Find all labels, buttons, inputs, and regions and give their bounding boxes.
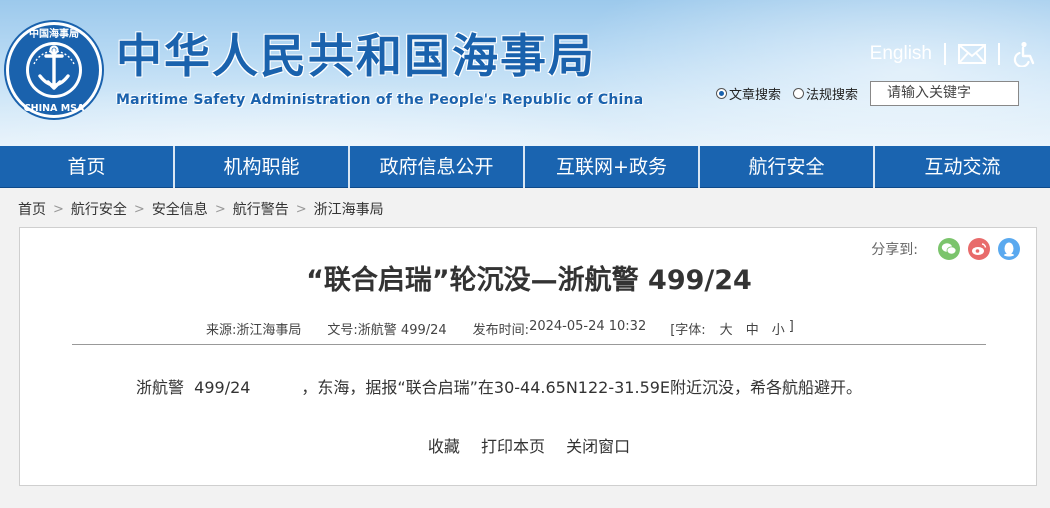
weibo-icon[interactable]	[968, 238, 990, 260]
article-meta: 来源: 浙江海事局 文号: 浙航警 499/24 发布时间: 2024-05-2…	[206, 319, 794, 338]
nav-item-internet-gov[interactable]: 互联网+政务	[525, 146, 700, 188]
meta-date: 2024-05-24 10:32	[529, 319, 647, 334]
search-input[interactable]	[870, 80, 1020, 106]
search-option-regulations[interactable]: 法规搜索	[793, 84, 858, 103]
search-row: 文章搜索 法规搜索	[716, 80, 1020, 106]
nav-item-home[interactable]: 首页	[0, 146, 175, 188]
nav-item-navigation-safety[interactable]: 航行安全	[700, 146, 875, 188]
english-link[interactable]: English	[870, 43, 932, 65]
meta-number-label: 文号:	[327, 323, 358, 338]
main-nav: 首页 机构职能 政府信息公开 互联网+政务 航行安全 互动交流	[0, 146, 1050, 188]
font-size-large[interactable]: 大	[720, 319, 733, 338]
close-window-button[interactable]: 关闭窗口	[566, 437, 630, 456]
share-label: 分享到:	[871, 242, 918, 258]
radio-icon	[793, 87, 805, 99]
mail-icon[interactable]	[958, 44, 986, 64]
site-subtitle: Maritime Safety Administration of the Pe…	[116, 92, 644, 108]
msa-logo[interactable]: 中国海事局 CHINA MSA	[4, 20, 104, 120]
font-size-label: [字体:	[670, 323, 706, 338]
font-size-small[interactable]: 小	[772, 319, 785, 338]
site-title: 中华人民共和国海事局	[116, 29, 596, 83]
share-bar: 分享到:	[871, 238, 1020, 260]
breadcrumb-item[interactable]: 航行安全	[71, 199, 127, 219]
favorite-button[interactable]: 收藏	[428, 437, 460, 456]
radio-selected-icon	[716, 87, 727, 99]
breadcrumb: 首页 > 航行安全 > 安全信息 > 航行警告 > 浙江海事局	[18, 199, 384, 219]
chevron-right-icon: >	[214, 201, 226, 217]
svg-text:CHINA MSA: CHINA MSA	[24, 103, 85, 114]
meta-source: 浙江海事局	[236, 323, 302, 338]
breadcrumb-item[interactable]: 航行警告	[233, 199, 289, 219]
article-actions: 收藏 打印本页 关闭窗口	[20, 433, 1038, 457]
nav-item-functions[interactable]: 机构职能	[175, 146, 350, 188]
meta-source-label: 来源:	[206, 323, 237, 338]
meta-date-label: 发布时间:	[472, 323, 530, 338]
meta-number: 浙航警 499/24	[357, 323, 447, 338]
page: 中国海事局 CHINA MSA 中华人民共和国海事局 Maritime Safe…	[0, 0, 1050, 508]
divider	[72, 344, 986, 345]
nav-item-gov-info[interactable]: 政府信息公开	[350, 146, 525, 188]
article-title: “联合启瑞”轮沉没—浙航警 499/24	[306, 265, 752, 296]
svg-text:中国海事局: 中国海事局	[29, 27, 79, 40]
chevron-right-icon: >	[53, 201, 64, 217]
wechat-icon[interactable]	[938, 238, 960, 260]
breadcrumb-item[interactable]: 安全信息	[152, 199, 208, 219]
search-option-articles[interactable]: 文章搜索	[716, 84, 781, 103]
qq-icon[interactable]	[998, 238, 1020, 260]
font-size-close: ]	[788, 319, 794, 334]
article-card: 分享到: “联合启瑞”轮沉没—浙航警 499/24 来源: 浙江海事局 文号: …	[19, 227, 1037, 486]
print-button[interactable]: 打印本页	[481, 437, 545, 456]
separator	[944, 43, 946, 65]
breadcrumb-item[interactable]: 浙江海事局	[314, 199, 384, 219]
nav-item-interaction[interactable]: 互动交流	[875, 146, 1050, 188]
accessibility-icon[interactable]	[1012, 41, 1036, 67]
site-header: 中国海事局 CHINA MSA 中华人民共和国海事局 Maritime Safe…	[0, 0, 1050, 146]
chevron-right-icon: >	[295, 201, 307, 217]
breadcrumb-item[interactable]: 首页	[18, 199, 46, 219]
separator	[998, 43, 1000, 65]
top-links: English	[870, 40, 1036, 68]
font-size-medium[interactable]: 中	[746, 319, 759, 338]
chevron-right-icon: >	[133, 201, 145, 217]
article-body: 浙航警 499/24 ，东海，据报“联合启瑞”在30-44.65N122-31.…	[136, 378, 863, 397]
